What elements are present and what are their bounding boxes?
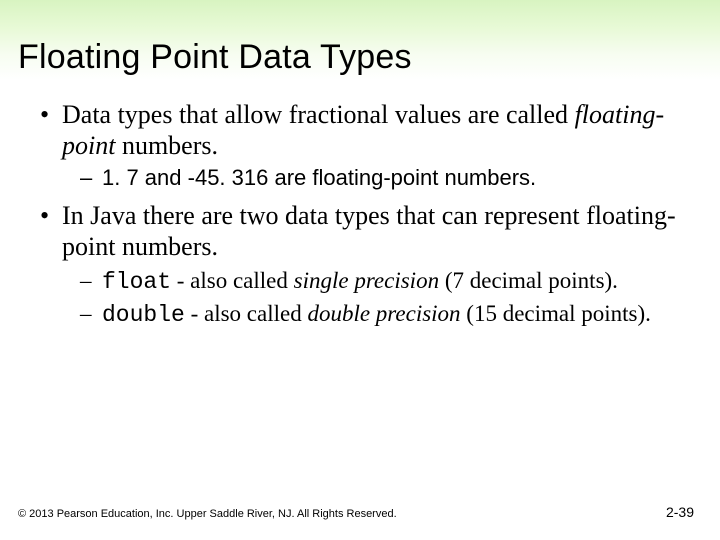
- text: Data types that allow fractional values …: [62, 100, 575, 129]
- text-italic: double precision: [307, 301, 460, 326]
- text: (7 decimal points).: [439, 268, 618, 293]
- text: - also called: [185, 301, 308, 326]
- slide: Floating Point Data Types •Data types th…: [0, 0, 720, 540]
- slide-body: •Data types that allow fractional values…: [34, 100, 686, 333]
- text-italic: single precision: [294, 268, 439, 293]
- text: numbers.: [115, 131, 218, 160]
- subbullet-item-1a: –1. 7 and -45. 316 are floating-point nu…: [34, 165, 686, 191]
- slide-title: Floating Point Data Types: [18, 38, 412, 77]
- subbullet-item-2b: –double - also called double precision (…: [34, 300, 686, 329]
- dash-icon: –: [80, 165, 102, 191]
- footer-page-number: 2-39: [666, 504, 694, 520]
- subbullet-item-2a: –float - also called single precision (7…: [34, 267, 686, 296]
- code-text: float: [102, 269, 171, 295]
- dash-icon: –: [80, 267, 102, 294]
- text: 1. 7 and -45. 316 are floating-point num…: [102, 165, 536, 190]
- bullet-item-1: •Data types that allow fractional values…: [34, 100, 686, 161]
- text: (15 decimal points).: [461, 301, 651, 326]
- dash-icon: –: [80, 300, 102, 327]
- bullet-item-2: •In Java there are two data types that c…: [34, 201, 686, 262]
- code-text: double: [102, 302, 185, 328]
- footer-copyright: © 2013 Pearson Education, Inc. Upper Sad…: [18, 508, 397, 520]
- text: - also called: [171, 268, 294, 293]
- bullet-icon: •: [40, 100, 62, 131]
- bullet-icon: •: [40, 201, 62, 232]
- text: In Java there are two data types that ca…: [62, 201, 676, 261]
